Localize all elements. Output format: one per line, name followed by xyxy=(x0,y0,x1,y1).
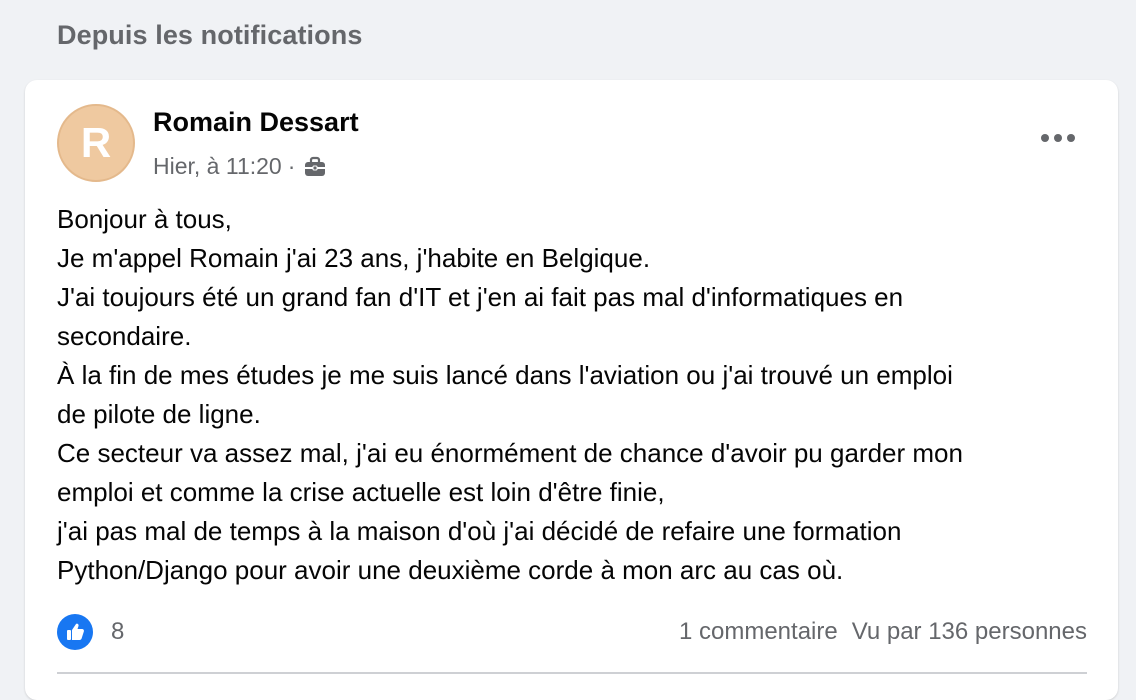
post-line: Python/Django pour avoir une deuxième co… xyxy=(57,555,844,585)
post-footer: 8 1 commentaire Vu par 136 personnes xyxy=(57,612,1087,652)
more-options-icon xyxy=(1041,134,1075,142)
section-heading: Depuis les notifications xyxy=(57,20,363,50)
like-icon xyxy=(57,614,93,650)
post-line: emploi et comme la crise actuelle est lo… xyxy=(57,477,665,507)
post-stats: 1 commentaire Vu par 136 personnes xyxy=(679,618,1087,646)
meta-separator: · xyxy=(287,153,296,179)
post-body: Bonjour à tous, Je m'appel Romain j'ai 2… xyxy=(57,200,1097,590)
avatar[interactable]: R xyxy=(57,104,135,182)
post-line: j'ai pas mal de temps à la maison d'où j… xyxy=(57,516,902,546)
post-line: Je m'appel Romain j'ai 23 ans, j'habite … xyxy=(57,243,651,273)
post-timestamp[interactable]: Hier, à 11:20 xyxy=(153,153,282,180)
briefcase-icon xyxy=(303,156,327,178)
post-line: J'ai toujours été un grand fan d'IT et j… xyxy=(57,282,904,312)
post-line: de pilote de ligne. xyxy=(57,399,261,429)
author-name[interactable]: Romain Dessart xyxy=(153,107,359,138)
post-card: R Romain Dessart Hier, à 11:20 · Bonjour… xyxy=(25,80,1118,700)
view-count: Vu par 136 personnes xyxy=(851,618,1087,645)
post-line: Bonjour à tous, xyxy=(57,204,232,234)
post-line: Ce secteur va assez mal, j'ai eu énormém… xyxy=(57,438,963,468)
post-line: secondaire. xyxy=(57,321,192,351)
post-meta: Hier, à 11:20 · xyxy=(153,153,327,180)
post-line: À la fin de mes études je me suis lancé … xyxy=(57,360,953,390)
more-options-button[interactable] xyxy=(1038,118,1078,158)
reactions-summary[interactable]: 8 xyxy=(57,614,124,650)
comment-count[interactable]: 1 commentaire xyxy=(679,618,838,646)
reaction-count: 8 xyxy=(111,618,125,645)
footer-divider xyxy=(57,672,1087,674)
